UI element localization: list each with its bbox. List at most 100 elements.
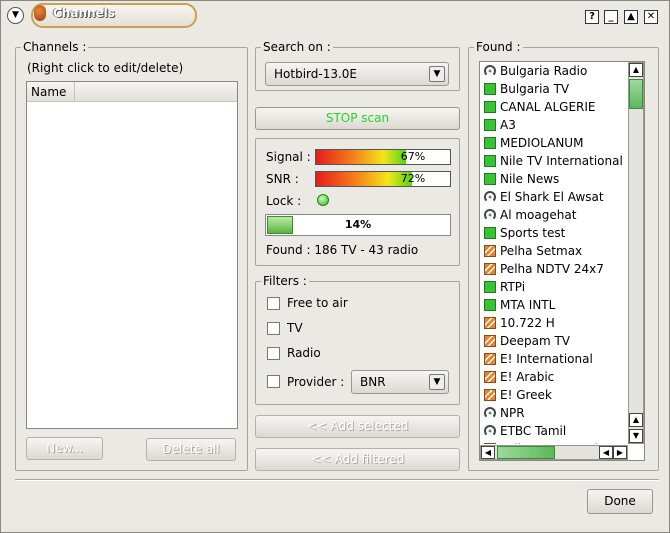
scroll-down-icon[interactable]: ▲ [629, 413, 643, 427]
radio-label: Radio [287, 346, 321, 360]
found-list-item[interactable]: RTPi [480, 278, 626, 296]
found-list-item[interactable]: Bulgaria TV [480, 80, 626, 98]
found-item-label: ETBC Tamil [500, 424, 567, 438]
found-item-label: Bulgaria TV [500, 82, 570, 96]
found-item-label: E! Arabic [500, 370, 555, 384]
found-vertical-scrollbar[interactable]: ▲ ▲ ▼ [628, 62, 644, 444]
channels-table[interactable]: Name [26, 81, 238, 429]
scroll-right-icon[interactable]: ▶ [613, 446, 627, 459]
radio-icon [484, 209, 496, 221]
column-name-header[interactable]: Name [27, 82, 75, 102]
found-list-item[interactable]: Nile TV International [480, 152, 626, 170]
found-list-item[interactable]: NPR [480, 404, 626, 422]
scroll-left-icon[interactable]: ◀ [481, 446, 495, 459]
scrambled-tv-icon [484, 389, 496, 401]
delete-all-button[interactable]: Delete all [146, 438, 236, 461]
radio-icon [484, 425, 496, 437]
radio-checkbox[interactable] [267, 347, 280, 360]
channels-window: ▼ Channels ? _ ▲ ✕ Channels : (Right cli… [0, 0, 670, 533]
tv-label: TV [287, 321, 303, 335]
title-bar[interactable]: ▼ Channels ? _ ▲ ✕ [1, 1, 669, 31]
minimize-button[interactable]: _ [604, 10, 618, 24]
found-list-item[interactable]: MEDIOLANUM [480, 134, 626, 152]
found-list-item[interactable]: CANAL ALGERIE [480, 98, 626, 116]
horizontal-scroll-thumb[interactable] [497, 446, 555, 459]
lock-label: Lock : [266, 194, 302, 208]
found-summary: Found : 186 TV - 43 radio [266, 243, 419, 257]
found-list-item[interactable]: E! Greek [480, 386, 626, 404]
found-list-item[interactable]: Bulgaria Radio [480, 62, 626, 80]
found-item-label: Bulgaria Radio [500, 64, 588, 78]
found-list-item[interactable]: Al moagehat [480, 206, 626, 224]
radio-icon [484, 407, 496, 419]
snr-bar: 72% [315, 171, 451, 187]
provider-value: BNR [360, 375, 386, 389]
found-list-item[interactable]: E! International [480, 350, 626, 368]
found-item-label: E! Greek [500, 388, 552, 402]
found-horizontal-scrollbar[interactable]: ◀ ◀ ▶ [480, 445, 628, 460]
found-item-label: E! International [500, 352, 593, 366]
close-button[interactable]: ✕ [644, 10, 658, 24]
provider-label: Provider : [287, 375, 345, 389]
satellite-select[interactable]: Hotbird-13.0E ▼ [265, 62, 449, 86]
free-to-air-checkbox[interactable] [267, 297, 280, 310]
maximize-button[interactable]: ▲ [624, 10, 638, 24]
add-selected-button[interactable]: << Add selected [255, 415, 460, 438]
scroll-up-icon[interactable]: ▲ [629, 63, 643, 77]
found-item-label: Pelha NDTV 24x7 [500, 262, 604, 276]
found-item-label: CANAL ALGERIE [500, 100, 596, 114]
radio-icon [484, 191, 496, 203]
tv-icon [484, 227, 496, 239]
window-menu-button[interactable]: ▼ [7, 7, 24, 24]
found-list-item[interactable]: Nile News [480, 170, 626, 188]
search-on-legend: Search on : [261, 40, 333, 54]
found-item-label: Sports test [500, 226, 566, 240]
lock-indicator-icon [317, 194, 329, 206]
found-list-item[interactable]: MTA INTL [480, 296, 626, 314]
snr-value: 72% [400, 172, 426, 185]
found-list-item[interactable]: Sports test [480, 224, 626, 242]
tv-icon [484, 299, 496, 311]
table-header: Name [27, 82, 237, 102]
provider-checkbox[interactable] [267, 375, 280, 388]
window-title: Channels [53, 6, 115, 20]
found-item-label: RTPi [500, 280, 526, 294]
scrambled-tv-icon [484, 443, 496, 444]
found-list-item[interactable]: Pelha Setmax [480, 242, 626, 260]
app-icon [34, 5, 46, 21]
found-list-item[interactable]: A3 [480, 116, 626, 134]
add-filtered-button[interactable]: << Add filtered [255, 448, 460, 471]
progress-value: 14% [344, 218, 372, 231]
vertical-scroll-thumb[interactable] [629, 79, 643, 109]
footer-divider [15, 479, 659, 481]
tv-checkbox[interactable] [267, 322, 280, 335]
found-list-item[interactable]: Deepam TV [480, 332, 626, 350]
done-button[interactable]: Done [587, 489, 653, 514]
filters-legend: Filters : [261, 274, 309, 288]
new-button[interactable]: New... [26, 437, 103, 460]
scrambled-tv-icon [484, 335, 496, 347]
help-button[interactable]: ? [585, 10, 599, 24]
found-item-label: Nile News [500, 172, 560, 186]
scroll-down-icon[interactable]: ▼ [629, 429, 643, 443]
signal-label: Signal : [266, 150, 311, 164]
found-list-item[interactable]: ETBC Tamil [480, 422, 626, 440]
found-list-item[interactable]: Pelha NDTV 24x7 [480, 260, 626, 278]
found-list-item[interactable]: El Shark El Awsat [480, 188, 626, 206]
found-item-label: Al moagehat [500, 208, 577, 222]
found-list-item[interactable]: E! Arabic [480, 368, 626, 386]
satellite-value: Hotbird-13.0E [274, 67, 357, 81]
provider-select[interactable]: BNR ▼ [351, 370, 449, 394]
tv-icon [484, 119, 496, 131]
found-item-label: MTA INTL [500, 298, 556, 312]
stop-scan-button[interactable]: STOP scan [255, 107, 460, 130]
found-list-item[interactable]: 10.722 H [480, 314, 626, 332]
scroll-left-icon[interactable]: ◀ [599, 446, 613, 459]
found-list-item[interactable]: Pelha ATN Bangla [480, 440, 626, 444]
tv-icon [484, 83, 496, 95]
channels-legend: Channels : [21, 40, 89, 54]
scrambled-tv-icon [484, 371, 496, 383]
scan-progress-bar: 14% [265, 214, 451, 236]
found-list[interactable]: Bulgaria Radio Bulgaria TV CANAL ALGERIE A3… [480, 62, 626, 444]
signal-bar: 67% [315, 149, 451, 165]
